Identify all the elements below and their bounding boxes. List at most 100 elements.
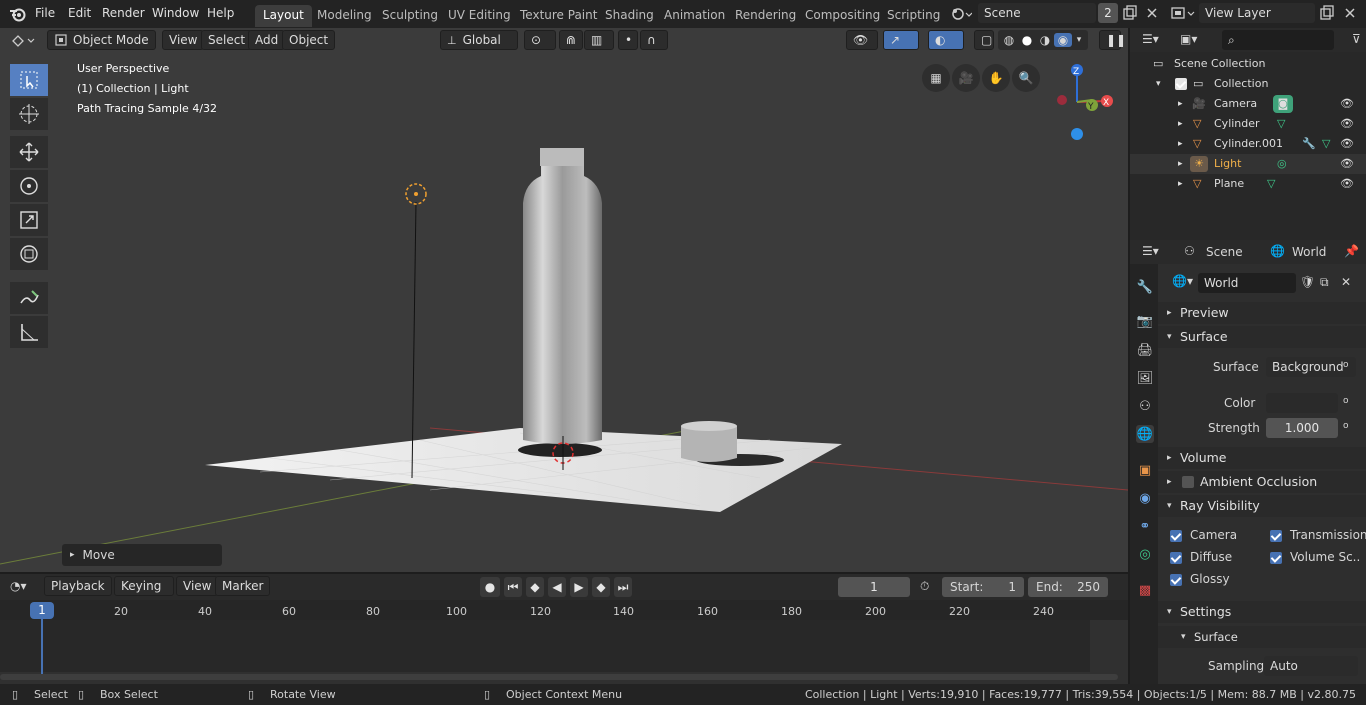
workspace-tab-layout[interactable]: Layout [255,5,312,27]
end-frame-field[interactable]: End: 250 [1028,577,1108,597]
output-properties-icon[interactable]: 🖨 [1136,341,1154,359]
socket-dot-icon[interactable]: o [1343,421,1349,431]
falloff-icon[interactable]: ∩ [640,30,668,50]
outliner-editor[interactable]: ☰▾ ▣▾ ⌕ ⊽ ▭ Scene Collection ▾ ▭ Collect… [1130,28,1366,240]
panel-volume[interactable]: Volume [1158,447,1366,469]
pause-render-icon[interactable]: ❚❚ [1099,30,1126,50]
pin-icon[interactable]: 📌 [1344,244,1359,258]
tool-properties-icon[interactable]: 🔧 [1136,278,1154,296]
editor-type-icon[interactable] [10,32,40,50]
expand-arrow-icon[interactable]: ▸ [1178,114,1183,134]
scale-tool-icon[interactable] [10,204,48,236]
viewport-menu-object[interactable]: Object [282,30,336,50]
current-frame-field[interactable]: 1 [838,577,910,597]
visibility-eye-icon[interactable]: 👁 [1340,114,1354,134]
camera-view-icon[interactable]: 🎥 [952,64,980,92]
breadcrumb-world[interactable]: World [1292,245,1326,259]
new-scene-icon[interactable] [1122,5,1138,21]
transmission-visibility-checkbox[interactable] [1270,530,1282,542]
scene-selector-icon[interactable] [950,5,972,23]
color-swatch[interactable] [1266,393,1338,413]
last-operator-panel[interactable]: ▸ Move [62,544,222,566]
properties-editor-type-icon[interactable]: ☰▾ [1142,244,1159,258]
snap-toggle-icon[interactable]: ⋒ [559,30,583,50]
workspace-tab-texture-paint[interactable]: Texture Paint [512,5,605,27]
mesh-data-icon[interactable]: ▽ [1322,134,1330,154]
transform-orientation-dropdown[interactable]: ⊥ Global [440,30,518,50]
play-icon[interactable]: ▶ [570,577,588,597]
workspace-tab-scripting[interactable]: Scripting [879,5,948,27]
pan-view-icon[interactable]: ✋ [982,64,1010,92]
timeline-menu-view[interactable]: View [176,576,219,596]
breadcrumb-scene[interactable]: Scene [1206,245,1243,259]
world-browse-icon[interactable]: 🌐▾ [1172,274,1193,288]
workspace-tab-compositing[interactable]: Compositing [797,5,888,27]
xray-toggle-icon[interactable]: ▢ [974,30,994,50]
object-mode-dropdown[interactable]: Object Mode [47,30,156,50]
duplicate-world-icon[interactable]: ⧉ [1320,275,1329,290]
solid-shading-icon[interactable]: ● [1018,33,1036,47]
cursor-tool-icon[interactable] [10,98,48,130]
expand-arrow-icon[interactable]: ▸ [1178,134,1183,154]
delete-view-layer-icon[interactable] [1343,6,1357,20]
outliner-row-cylinder[interactable]: ▸ ▽ Cylinder ▽ 👁 [1130,114,1366,134]
prev-keyframe-icon[interactable]: ◆ [526,577,544,597]
panel-preview[interactable]: Preview [1158,302,1366,324]
material-shading-icon[interactable]: ◑ [1036,33,1054,47]
object-properties-icon[interactable]: ▣ [1136,461,1154,479]
collection-include-checkbox[interactable] [1175,78,1187,90]
outliner-row-plane[interactable]: ▸ ▽ Plane ▽ 👁 [1130,174,1366,194]
menu-file[interactable]: File [35,6,55,20]
mesh-data-icon[interactable]: ▽ [1267,174,1275,194]
socket-dot-icon[interactable]: o [1343,396,1349,406]
visibility-eye-icon[interactable]: 👁 [1340,154,1354,174]
workspace-tab-shading[interactable]: Shading [597,5,662,27]
camera-data-icon[interactable]: ◙ [1273,95,1293,113]
timeline-editor[interactable]: ◔▾ Playback Keying View Marker ● ⏮ ◆ ◀ ▶… [0,574,1128,684]
object-data-properties-icon[interactable]: ◎ [1136,545,1154,563]
camera-visibility-checkbox[interactable] [1170,530,1182,542]
world-properties-icon[interactable]: 🌐 [1136,425,1154,443]
proportional-editing-icon[interactable]: • [618,30,638,50]
glossy-visibility-checkbox[interactable] [1170,574,1182,586]
timeline-menu-keying[interactable]: Keying [114,576,174,596]
snap-target-icon[interactable]: ▥ [584,30,614,50]
display-mode-icon[interactable]: ▣▾ [1180,32,1197,46]
socket-dot-icon[interactable]: o [1343,360,1349,370]
constraints-properties-icon[interactable]: ⚭ [1136,517,1154,535]
outliner-row-light[interactable]: ▸ ☀ Light ◎ 👁 [1130,154,1366,174]
gizmo-toggle-icon[interactable]: ↗ [883,30,919,50]
jump-start-icon[interactable]: ⏮ [504,577,522,597]
world-name-field[interactable]: World [1198,273,1296,293]
fake-user-shield-icon[interactable]: 🛡 [1300,275,1315,289]
transform-tool-icon[interactable] [10,238,48,270]
strength-field[interactable]: 1.000 [1266,418,1338,438]
playhead-frame-indicator[interactable]: 1 [30,602,54,619]
viewport-menu-add[interactable]: Add [248,30,286,50]
jump-end-icon[interactable]: ⏭ [614,577,632,597]
visibility-eye-icon[interactable]: 👁 [1340,94,1354,114]
preview-range-icon[interactable]: ⏱ [920,579,929,594]
outliner-row-scene-collection[interactable]: ▭ Scene Collection [1130,54,1366,74]
visibility-eye-icon[interactable]: 👁 [1340,134,1354,154]
panel-settings[interactable]: Settings [1158,601,1366,623]
expand-arrow-icon[interactable]: ▸ [1178,94,1183,114]
mesh-data-icon[interactable]: ▽ [1277,114,1285,134]
navigation-gizmo[interactable]: Z X Y [1040,60,1120,140]
menu-window[interactable]: Window [152,6,199,20]
subpanel-settings-surface[interactable]: Surface [1158,626,1366,648]
scene-properties-icon[interactable]: ⚇ [1136,397,1154,415]
view-layer-icon[interactable] [1170,5,1198,23]
record-icon[interactable]: ● [480,577,500,597]
shading-options-chevron-icon[interactable]: ▾ [1072,35,1086,45]
workspace-tab-uv-editing[interactable]: UV Editing [440,5,519,27]
overlays-toggle-icon[interactable]: ◐ [928,30,964,50]
workspace-tab-sculpting[interactable]: Sculpting [374,5,446,27]
new-view-layer-icon[interactable] [1319,5,1335,21]
toggle-ortho-icon[interactable]: ▦ [922,64,950,92]
outliner-row-collection[interactable]: ▾ ▭ Collection [1130,74,1366,94]
scene-name-field[interactable]: Scene [978,3,1096,23]
zoom-view-icon[interactable]: 🔍 [1012,64,1040,92]
pivot-point-icon[interactable]: ⊙ [524,30,556,50]
select-box-tool-icon[interactable] [10,64,48,96]
